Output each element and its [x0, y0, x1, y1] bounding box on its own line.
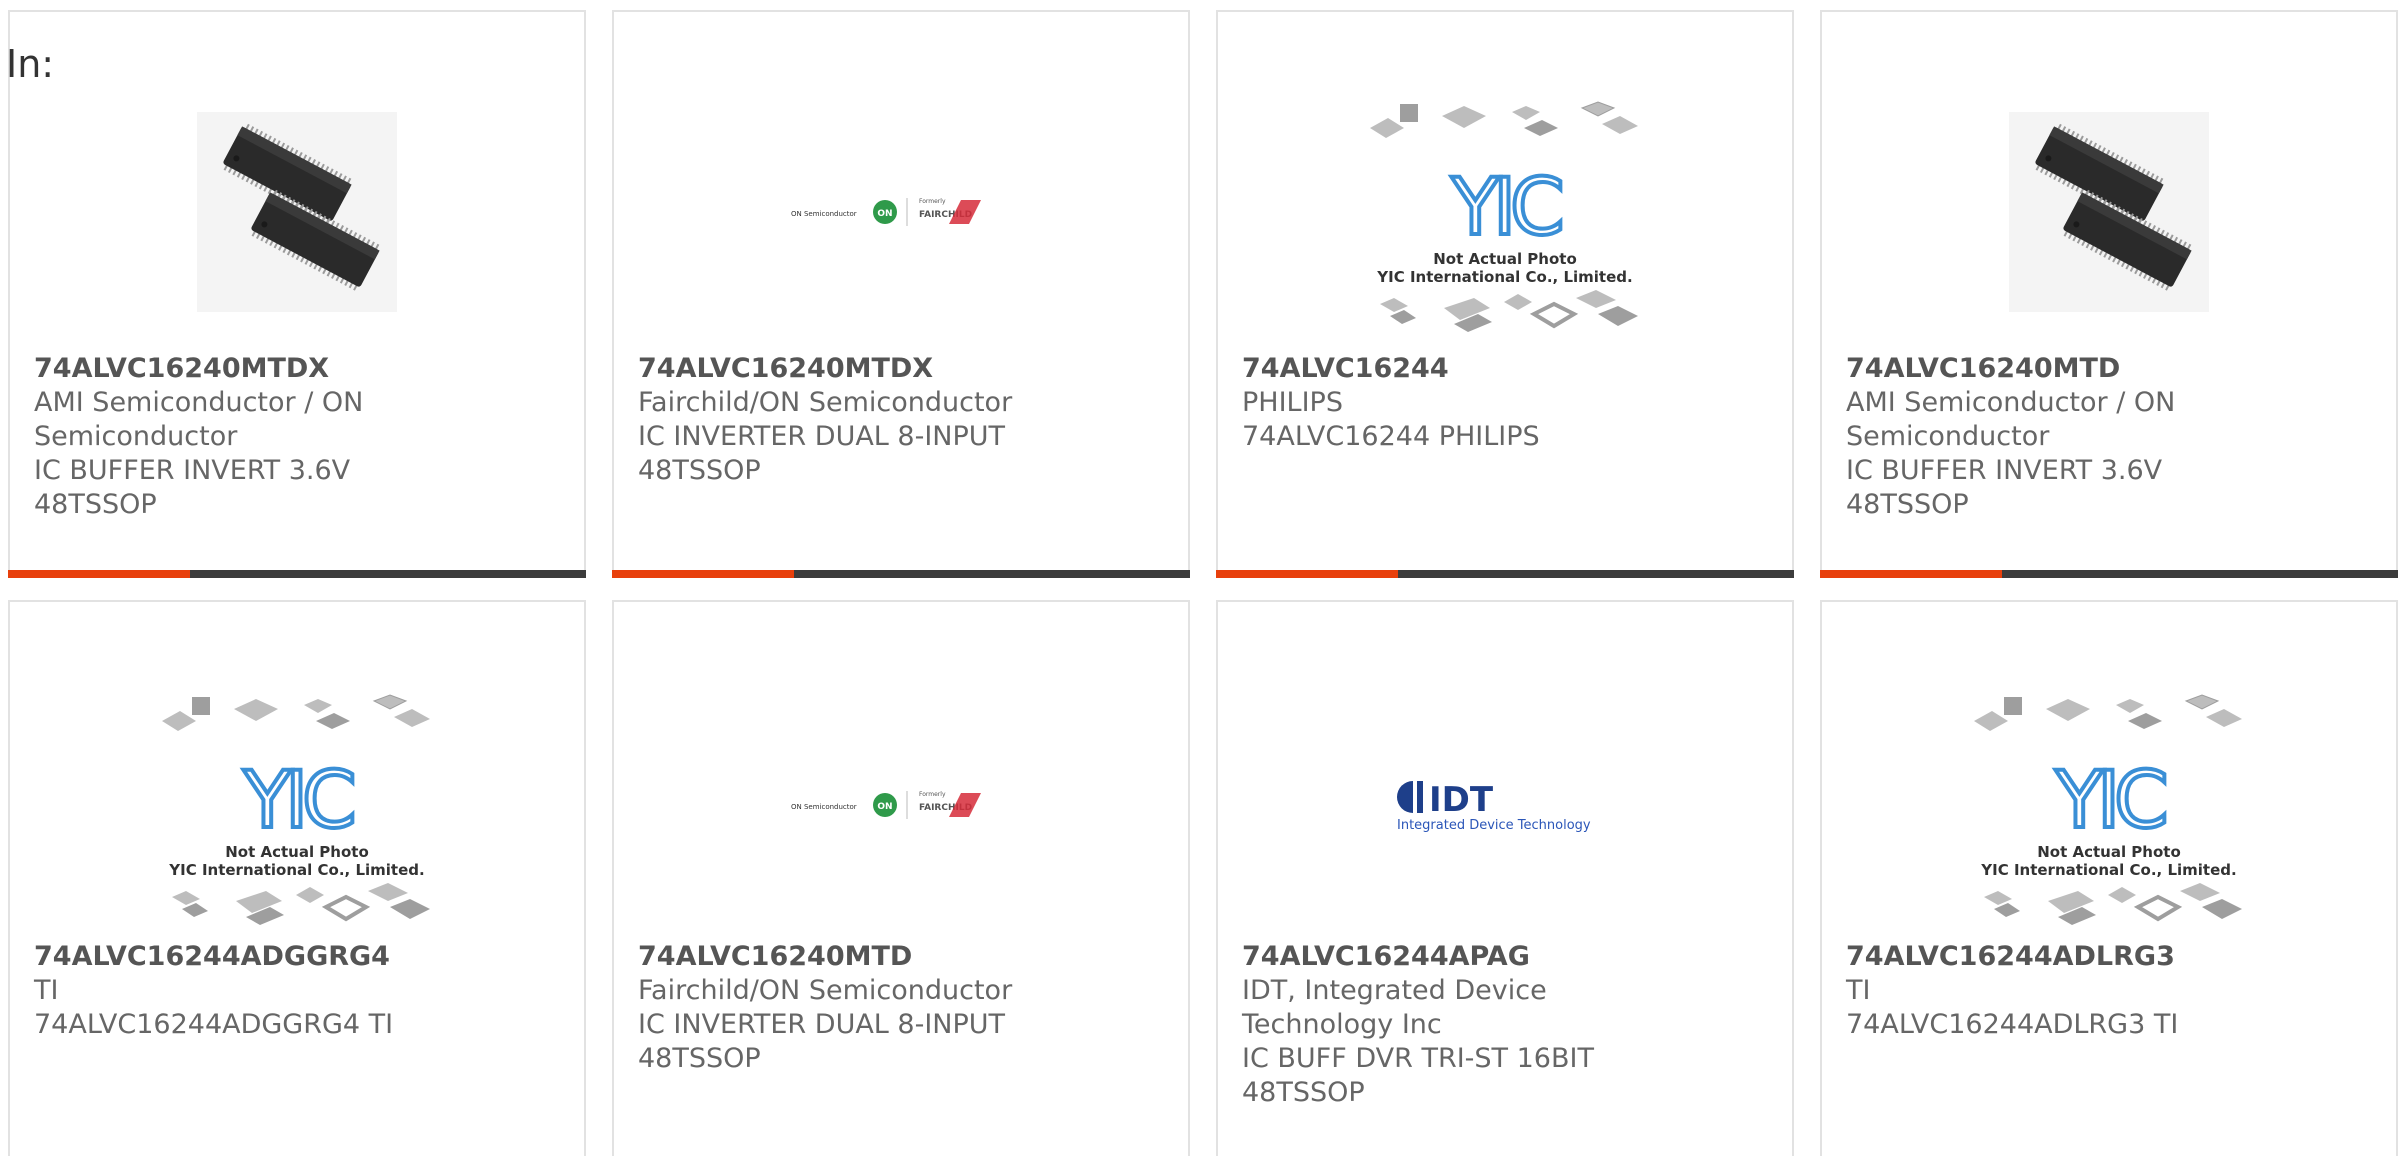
manufacturer-text: Fairchild/ON Semiconductor	[638, 387, 1013, 418]
svg-text:Not Actual Photo: Not Actual Photo	[2037, 843, 2181, 861]
svg-text:Not Actual Photo: Not Actual Photo	[1433, 250, 1577, 268]
part-number-link[interactable]: 74ALVC16244ADLRG3	[1846, 940, 2376, 974]
part-number-link[interactable]: 74ALVC16244	[1242, 352, 1772, 386]
product-info: 74ALVC16244APAG IDT, Integrated Device Tec…	[1242, 940, 1772, 1110]
manufacturer-text: AMI Semiconductor / ON	[34, 387, 364, 418]
manufacturer-text: TI	[1846, 975, 1871, 1006]
part-number-link[interactable]: 74ALVC16240MTDX	[638, 352, 1168, 386]
part-number-link[interactable]: 74ALVC16244ADGGRG4	[34, 940, 564, 974]
svg-text:ON Semiconductor: ON Semiconductor	[791, 803, 857, 811]
manufacturer-text: AMI Semiconductor / ON	[1846, 387, 2176, 418]
svg-text:ON: ON	[877, 802, 892, 812]
product-card[interactable]: ON Semiconductor ON Formerly FAIRCHILD 74ALV…	[612, 600, 1190, 1156]
manufacturer-text: Fairchild/ON Semiconductor	[638, 975, 1013, 1006]
card-accent-bar	[612, 570, 794, 578]
in-filter-label: In:	[6, 42, 55, 86]
product-info: 74ALVC16244ADGGRG4 TI 74ALVC16244ADGGRG4 T…	[34, 940, 564, 1042]
card-bottom-bar	[8, 570, 586, 578]
manufacturer-text: TI	[34, 975, 59, 1006]
svg-text:YIC: YIC	[2054, 756, 2165, 846]
description-text: 74ALVC16244ADLRG3 TI	[1846, 1009, 2179, 1040]
on-fairchild-logo[interactable]: ON Semiconductor ON Formerly FAIRCHILD	[614, 72, 1188, 352]
description-text: IC INVERTER DUAL 8-INPUT	[638, 1009, 1006, 1040]
svg-text:IDT: IDT	[1429, 780, 1494, 820]
product-card[interactable]: YIC Not Actual Photo YIC International Co.…	[1820, 600, 2398, 1156]
chip-photo-icon[interactable]	[10, 72, 584, 352]
product-card[interactable]: ON Semiconductor ON Formerly FAIRCHILD 74ALV…	[612, 10, 1190, 578]
idt-logo[interactable]: IDT Integrated Device Technology	[1218, 670, 1792, 940]
description-text: IC BUFFER INVERT 3.6V	[1846, 455, 2163, 486]
description-text: 74ALVC16244ADGGRG4 TI	[34, 1009, 394, 1040]
manufacturer-text: PHILIPS	[1242, 387, 1343, 418]
on-fairchild-logo[interactable]: ON Semiconductor ON Formerly FAIRCHILD	[614, 670, 1188, 940]
product-info: 74ALVC16244 PHILIPS 74ALVC16244 PHILIPS	[1242, 352, 1772, 454]
card-accent-bar	[1216, 570, 1398, 578]
part-number-link[interactable]: 74ALVC16240MTD	[638, 940, 1168, 974]
product-card[interactable]: 74ALVC16240MTDX AMI Semiconductor / ON Sem…	[8, 10, 586, 578]
yic-placeholder-icon[interactable]: YIC Not Actual Photo YIC International Co.…	[10, 670, 584, 940]
manufacturer-text: Semiconductor	[1846, 421, 2050, 452]
part-number-link[interactable]: 74ALVC16244APAG	[1242, 940, 1772, 974]
card-bottom-bar	[1216, 570, 1794, 578]
description-text: 74ALVC16244 PHILIPS	[1242, 421, 1540, 452]
description-text: IC BUFF DVR TRI-ST 16BIT	[1242, 1043, 1594, 1074]
product-info: 74ALVC16240MTDX Fairchild/ON Semiconducto…	[638, 352, 1168, 488]
svg-text:Formerly: Formerly	[919, 791, 946, 798]
yic-placeholder-icon[interactable]: YIC Not Actual Photo YIC International Co.…	[1822, 670, 2396, 940]
card-accent-bar	[8, 570, 190, 578]
description-text: IC BUFFER INVERT 3.6V	[34, 455, 351, 486]
svg-text:YIC: YIC	[242, 756, 353, 846]
manufacturer-text: Semiconductor	[34, 421, 238, 452]
product-info: 74ALVC16244ADLRG3 TI 74ALVC16244ADLRG3 TI	[1846, 940, 2376, 1042]
manufacturer-text: IDT, Integrated Device	[1242, 975, 1547, 1006]
product-card[interactable]: 74ALVC16240MTD AMI Semiconductor / ON Semi…	[1820, 10, 2398, 578]
chip-photo-icon[interactable]	[1822, 72, 2396, 352]
svg-text:YIC International Co., Limited: YIC International Co., Limited.	[1376, 268, 1632, 286]
part-number-link[interactable]: 74ALVC16240MTD	[1846, 352, 2376, 386]
svg-text:YIC International Co., Limited: YIC International Co., Limited.	[1980, 861, 2236, 879]
product-card[interactable]: IDT Integrated Device Technology 74ALVC162…	[1216, 600, 1794, 1156]
svg-text:Not Actual Photo: Not Actual Photo	[225, 843, 369, 861]
product-card[interactable]: YIC Not Actual Photo YIC International Co.…	[8, 600, 586, 1156]
svg-text:Integrated Device Technology: Integrated Device Technology	[1397, 818, 1591, 833]
description-text: 48TSSOP	[638, 455, 761, 486]
description-text: IC INVERTER DUAL 8-INPUT	[638, 421, 1006, 452]
description-text: 48TSSOP	[638, 1043, 761, 1074]
svg-text:ON Semiconductor: ON Semiconductor	[791, 210, 857, 218]
product-info: 74ALVC16240MTD Fairchild/ON Semiconductor…	[638, 940, 1168, 1076]
product-card[interactable]: YIC Not Actual Photo YIC International Co.…	[1216, 10, 1794, 578]
svg-text:ON: ON	[877, 209, 892, 219]
description-text: 48TSSOP	[1846, 489, 1969, 520]
yic-placeholder-icon[interactable]: YIC Not Actual Photo YIC International Co.…	[1218, 72, 1792, 352]
manufacturer-text: Technology Inc	[1242, 1009, 1442, 1040]
description-text: 48TSSOP	[34, 489, 157, 520]
product-results-page: In: 74ALVC16240MTDX AMI Semiconductor / O…	[0, 0, 2400, 1156]
card-bottom-bar	[612, 570, 1190, 578]
svg-text:Formerly: Formerly	[919, 198, 946, 205]
svg-text:YIC International Co., Limited: YIC International Co., Limited.	[168, 861, 424, 879]
svg-text:YIC: YIC	[1450, 163, 1561, 253]
description-text: 48TSSOP	[1242, 1077, 1365, 1108]
card-accent-bar	[1820, 570, 2002, 578]
product-grid: 74ALVC16240MTDX AMI Semiconductor / ON Sem…	[8, 10, 2400, 1156]
product-info: 74ALVC16240MTDX AMI Semiconductor / ON Sem…	[34, 352, 564, 522]
product-info: 74ALVC16240MTD AMI Semiconductor / ON Semi…	[1846, 352, 2376, 522]
part-number-link[interactable]: 74ALVC16240MTDX	[34, 352, 564, 386]
card-bottom-bar	[1820, 570, 2398, 578]
